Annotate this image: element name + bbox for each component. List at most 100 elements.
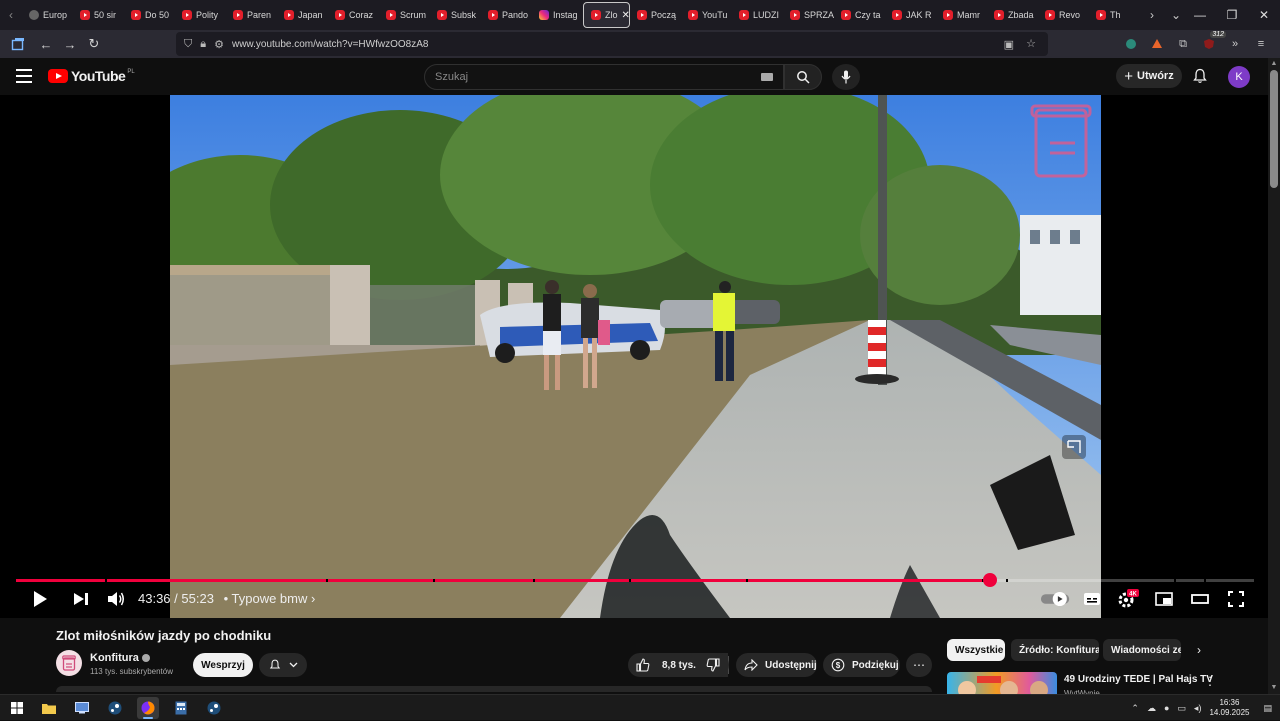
- video-player[interactable]: 43:36 / 55:23 • Typowe bmw › 4K: [0, 95, 1268, 618]
- recommendation-menu-icon[interactable]: ⋮: [1204, 674, 1216, 688]
- mute-button[interactable]: [102, 585, 130, 613]
- filter-chip[interactable]: Wszystkie: [947, 639, 1005, 661]
- page-scrollbar[interactable]: ▲ ▼: [1268, 58, 1280, 694]
- youtube-logo[interactable]: YouTube PL: [48, 68, 135, 84]
- reload-icon[interactable]: ↻: [82, 32, 106, 56]
- network-icon[interactable]: ▭: [1177, 703, 1186, 714]
- tab-scroll-left-icon[interactable]: ‹: [0, 0, 22, 30]
- tab-active[interactable]: Zlo ✕: [583, 2, 630, 28]
- start-button[interactable]: [6, 697, 28, 719]
- browser-tab[interactable]: Subsk: [430, 2, 481, 28]
- browser-tab[interactable]: Paren: [226, 2, 277, 28]
- next-video-button[interactable]: [67, 585, 95, 613]
- maximize-icon[interactable]: ❐: [1216, 0, 1248, 30]
- voice-search-button[interactable]: [832, 64, 860, 90]
- video-frame[interactable]: [170, 95, 1101, 618]
- microphone-tray-icon[interactable]: ●: [1164, 703, 1169, 713]
- bookmark-star-icon[interactable]: ☆: [1026, 37, 1036, 50]
- channel-name[interactable]: Konfitura: [90, 652, 150, 664]
- sidebar-toggle-icon[interactable]: [6, 32, 30, 56]
- recommendation-title[interactable]: 49 Urodziny TEDE | Pal Hajs TV: [1064, 674, 1213, 685]
- browser-tab[interactable]: Zbada: [987, 2, 1038, 28]
- tab-scroll-right-icon[interactable]: ›: [1140, 0, 1164, 30]
- notifications-bell-icon[interactable]: [1192, 68, 1208, 84]
- browser-tab[interactable]: Revo: [1038, 2, 1089, 28]
- app-taskbar-monitor[interactable]: [71, 697, 93, 719]
- overflow-chevron-icon[interactable]: »: [1224, 33, 1246, 55]
- volume-tray-icon[interactable]: ◂): [1194, 703, 1202, 714]
- seek-bar[interactable]: [16, 573, 1254, 587]
- steam-secondary-taskbar[interactable]: [203, 697, 225, 719]
- keyboard-icon[interactable]: [761, 73, 773, 81]
- browser-tab[interactable]: LUDZI: [732, 2, 783, 28]
- account-avatar[interactable]: K: [1228, 66, 1250, 88]
- browser-tab[interactable]: Czy ta: [834, 2, 885, 28]
- fullscreen-button[interactable]: [1222, 585, 1250, 613]
- chips-next-icon[interactable]: ›: [1192, 643, 1206, 657]
- play-button[interactable]: [26, 585, 54, 613]
- browser-tab[interactable]: Mamr: [936, 2, 987, 28]
- browser-tab[interactable]: Począ: [630, 2, 681, 28]
- filter-chip[interactable]: Źródło: Konfitura: [1011, 639, 1099, 661]
- browser-tab[interactable]: Th: [1089, 2, 1140, 28]
- expand-overlay-icon[interactable]: [1062, 435, 1086, 459]
- ublock-icon[interactable]: 312: [1198, 31, 1226, 55]
- browser-tab[interactable]: Scrum: [379, 2, 430, 28]
- browser-tab[interactable]: Polity: [175, 2, 226, 28]
- browser-tab[interactable]: Japan: [277, 2, 328, 28]
- taskbar-clock[interactable]: 16:36 14.09.2025: [1209, 698, 1249, 718]
- search-input[interactable]: Szukaj: [424, 64, 784, 90]
- search-button[interactable]: [784, 64, 822, 90]
- cloud-icon[interactable]: ☁: [1147, 703, 1156, 714]
- recommendation-thumbnail[interactable]: [947, 672, 1057, 694]
- settings-button[interactable]: 4K: [1114, 585, 1142, 613]
- browser-tab[interactable]: Coraz: [328, 2, 379, 28]
- scrollbar-thumb[interactable]: [1270, 70, 1278, 188]
- steam-taskbar[interactable]: [104, 697, 126, 719]
- dislike-button[interactable]: [697, 653, 729, 677]
- vpn-extension-icon[interactable]: [1120, 33, 1142, 55]
- chapter-title[interactable]: • Typowe bmw ›: [224, 591, 316, 606]
- channel-avatar[interactable]: [56, 650, 82, 676]
- url-text[interactable]: www.youtube.com/watch?v=HWfwzOO8zA8: [232, 39, 428, 50]
- browser-tab[interactable]: YouTu: [681, 2, 732, 28]
- lock-icon[interactable]: 🔒︎: [200, 38, 206, 51]
- forward-icon[interactable]: →: [58, 32, 82, 56]
- file-explorer-taskbar[interactable]: [38, 697, 60, 719]
- notification-settings-button[interactable]: [259, 653, 307, 677]
- browser-tab[interactable]: JAK R: [885, 2, 936, 28]
- calculator-taskbar[interactable]: [170, 697, 192, 719]
- app-menu-icon[interactable]: ≡: [1250, 33, 1272, 55]
- browser-tab[interactable]: Do 50: [124, 2, 175, 28]
- back-icon[interactable]: ←: [34, 32, 58, 56]
- autoplay-toggle[interactable]: [1040, 585, 1072, 613]
- minimize-icon[interactable]: —: [1184, 0, 1216, 30]
- notifications-icon[interactable]: ▤: [1263, 703, 1272, 714]
- subtitles-button[interactable]: [1078, 585, 1106, 613]
- tray-chevron-up-icon[interactable]: ⌃: [1131, 703, 1139, 714]
- share-button[interactable]: Udostępnij: [736, 653, 817, 677]
- scroll-down-icon[interactable]: ▼: [1270, 684, 1278, 692]
- page-settings-icon[interactable]: ⚙: [214, 38, 224, 51]
- shield-icon[interactable]: ⛉: [184, 38, 192, 51]
- address-bar[interactable]: ⛉ 🔒︎ ⚙ www.youtube.com/watch?v=HWfwzOO8z…: [176, 32, 1048, 56]
- picture-in-picture-icon[interactable]: ▣: [1004, 38, 1014, 51]
- support-button[interactable]: Wesprzyj: [193, 653, 253, 677]
- close-tab-icon[interactable]: ✕: [622, 10, 629, 21]
- guide-menu-icon[interactable]: [16, 69, 32, 83]
- browser-tab[interactable]: Instag: [532, 2, 583, 28]
- fox-extension-icon[interactable]: [1146, 33, 1168, 55]
- miniplayer-button[interactable]: [1150, 585, 1178, 613]
- browser-tab[interactable]: Europ: [22, 2, 73, 28]
- browser-tab[interactable]: Pando: [481, 2, 532, 28]
- theater-mode-button[interactable]: [1186, 585, 1214, 613]
- close-window-icon[interactable]: ✕: [1248, 0, 1280, 30]
- thanks-button[interactable]: $ Podziękuj: [823, 653, 900, 677]
- extensions-puzzle-icon[interactable]: ⧉: [1172, 33, 1194, 55]
- scroll-up-icon[interactable]: ▲: [1270, 60, 1278, 68]
- browser-tab[interactable]: SPRZA: [783, 2, 834, 28]
- firefox-taskbar[interactable]: [137, 697, 159, 719]
- filter-chip[interactable]: Wiadomości ze s: [1103, 639, 1181, 661]
- create-button[interactable]: + Utwórz: [1116, 64, 1182, 88]
- more-actions-button[interactable]: ⋯: [906, 653, 932, 677]
